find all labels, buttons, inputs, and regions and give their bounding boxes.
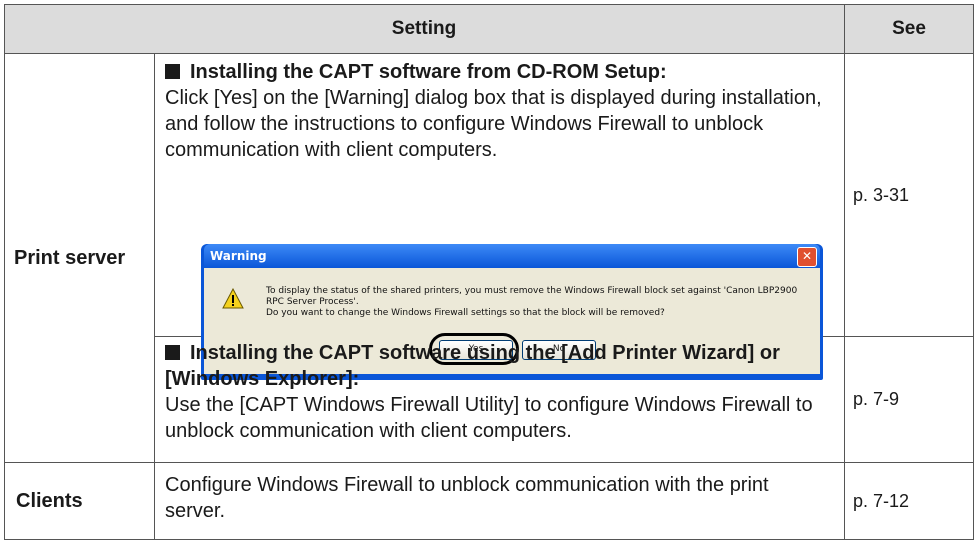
clients-body: Configure Windows Firewall to unblock co… [165, 474, 769, 522]
see-wizard: p. 7-9 [845, 337, 974, 463]
header-setting: Setting [4, 4, 845, 54]
dialog-message-line1: To display the status of the shared prin… [266, 286, 798, 307]
wizard-body: Use the [CAPT Windows Firewall Utility] … [165, 394, 813, 442]
cd-rom-setup-title: Installing the CAPT software from CD-ROM… [190, 61, 667, 83]
see-clients: p. 7-12 [845, 463, 974, 540]
bullet-square-icon [165, 345, 180, 360]
wizard-cell: Installing the CAPT software using the [… [155, 337, 845, 463]
dialog-message-line2: Do you want to change the Windows Firewa… [266, 308, 665, 318]
wizard-title: Installing the CAPT software using the [… [165, 342, 780, 390]
close-icon[interactable]: ✕ [797, 247, 817, 267]
warning-icon [222, 288, 244, 309]
bullet-square-icon [165, 64, 180, 79]
header-see: See [845, 4, 974, 54]
cd-rom-setup-cell: Installing the CAPT software from CD-ROM… [155, 54, 845, 380]
cd-rom-setup-body: Click [Yes] on the [Warning] dialog box … [165, 87, 822, 161]
row-label-print-server-span: Print server [4, 54, 155, 463]
settings-table: Setting See Print server Installing the … [4, 4, 974, 540]
see-cd-rom-setup: p. 3-31 [845, 54, 974, 337]
dialog-title: Warning [210, 249, 267, 263]
print-server-label: Print server [14, 246, 126, 269]
clients-cell: Configure Windows Firewall to unblock co… [155, 463, 845, 540]
row-label-clients: Clients [4, 463, 155, 540]
